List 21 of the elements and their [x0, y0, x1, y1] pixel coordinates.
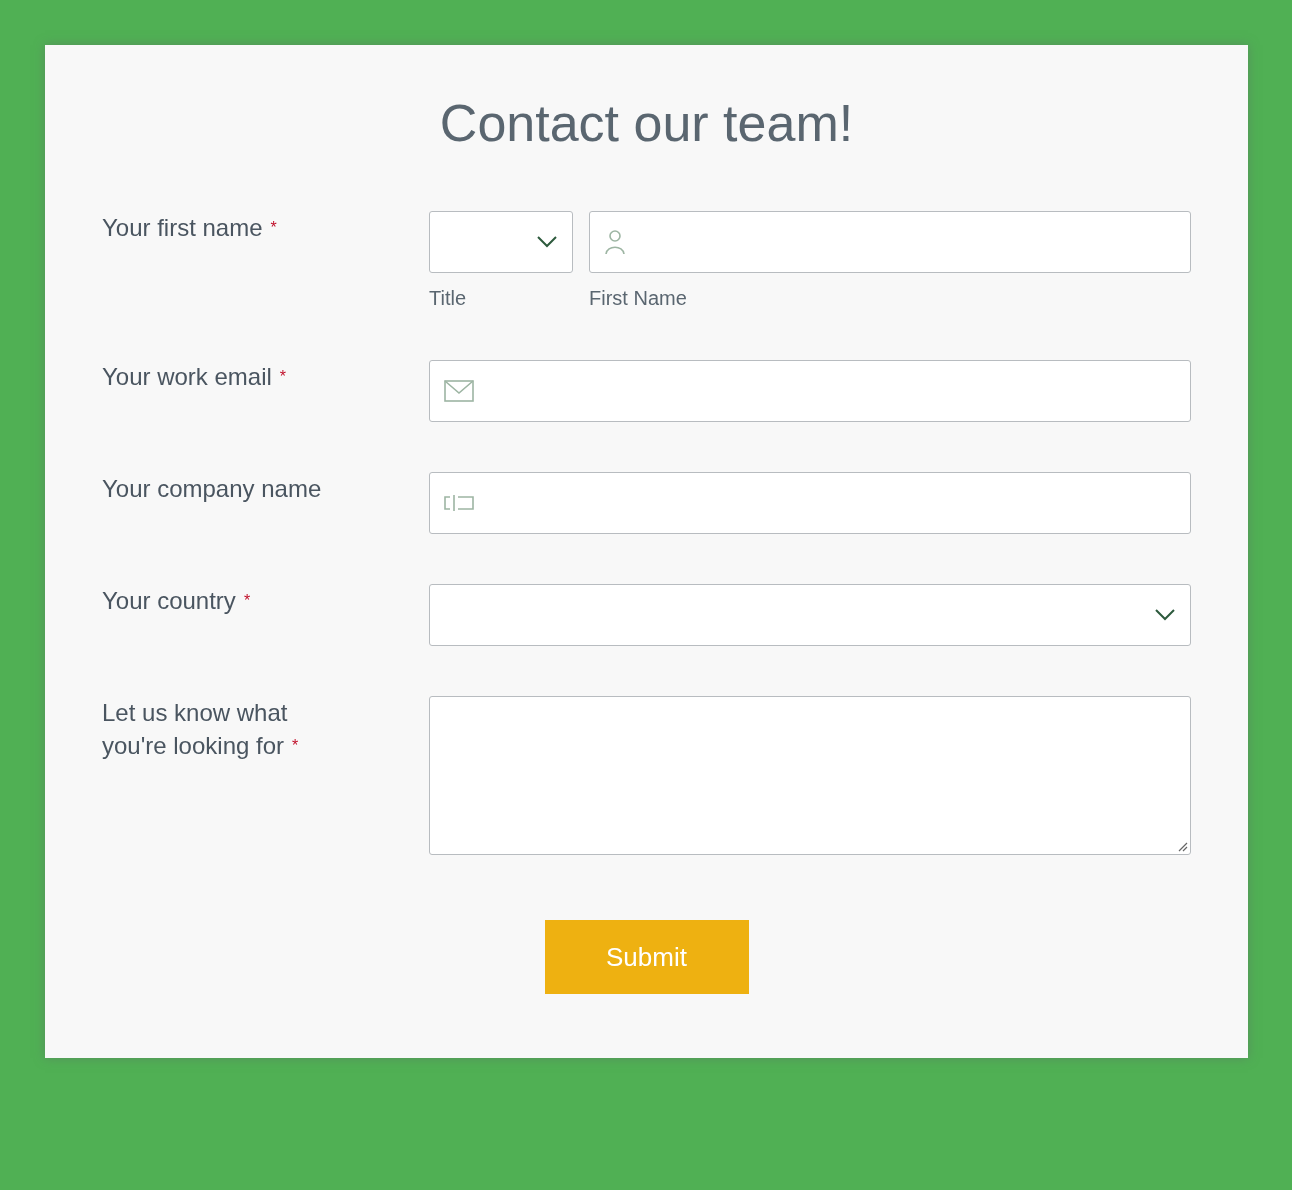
first-name-field[interactable] — [589, 211, 1191, 273]
field-label: Your first name * — [102, 213, 278, 243]
company-field[interactable] — [429, 472, 1191, 534]
field-label: Your company name — [102, 474, 323, 504]
chevron-down-icon — [1154, 608, 1176, 622]
title-dropdown[interactable] — [429, 211, 573, 273]
submit-button[interactable]: Submit — [544, 920, 749, 994]
message-field[interactable] — [429, 696, 1191, 855]
envelope-icon — [444, 380, 474, 402]
field-caption: Title — [429, 287, 468, 310]
email-field[interactable] — [429, 360, 1191, 422]
field-label: Your country * — [102, 586, 252, 616]
person-icon — [604, 229, 626, 255]
field-label: Let us know what you're looking for * — [102, 698, 300, 761]
form-title: Contact our team! — [438, 93, 855, 154]
chevron-down-icon — [536, 235, 558, 249]
field-caption: First Name — [589, 287, 688, 310]
text-cursor-icon — [444, 494, 474, 512]
resize-grip-icon — [1178, 842, 1188, 852]
field-label: Your work email * — [102, 362, 288, 392]
country-dropdown[interactable] — [429, 584, 1191, 646]
